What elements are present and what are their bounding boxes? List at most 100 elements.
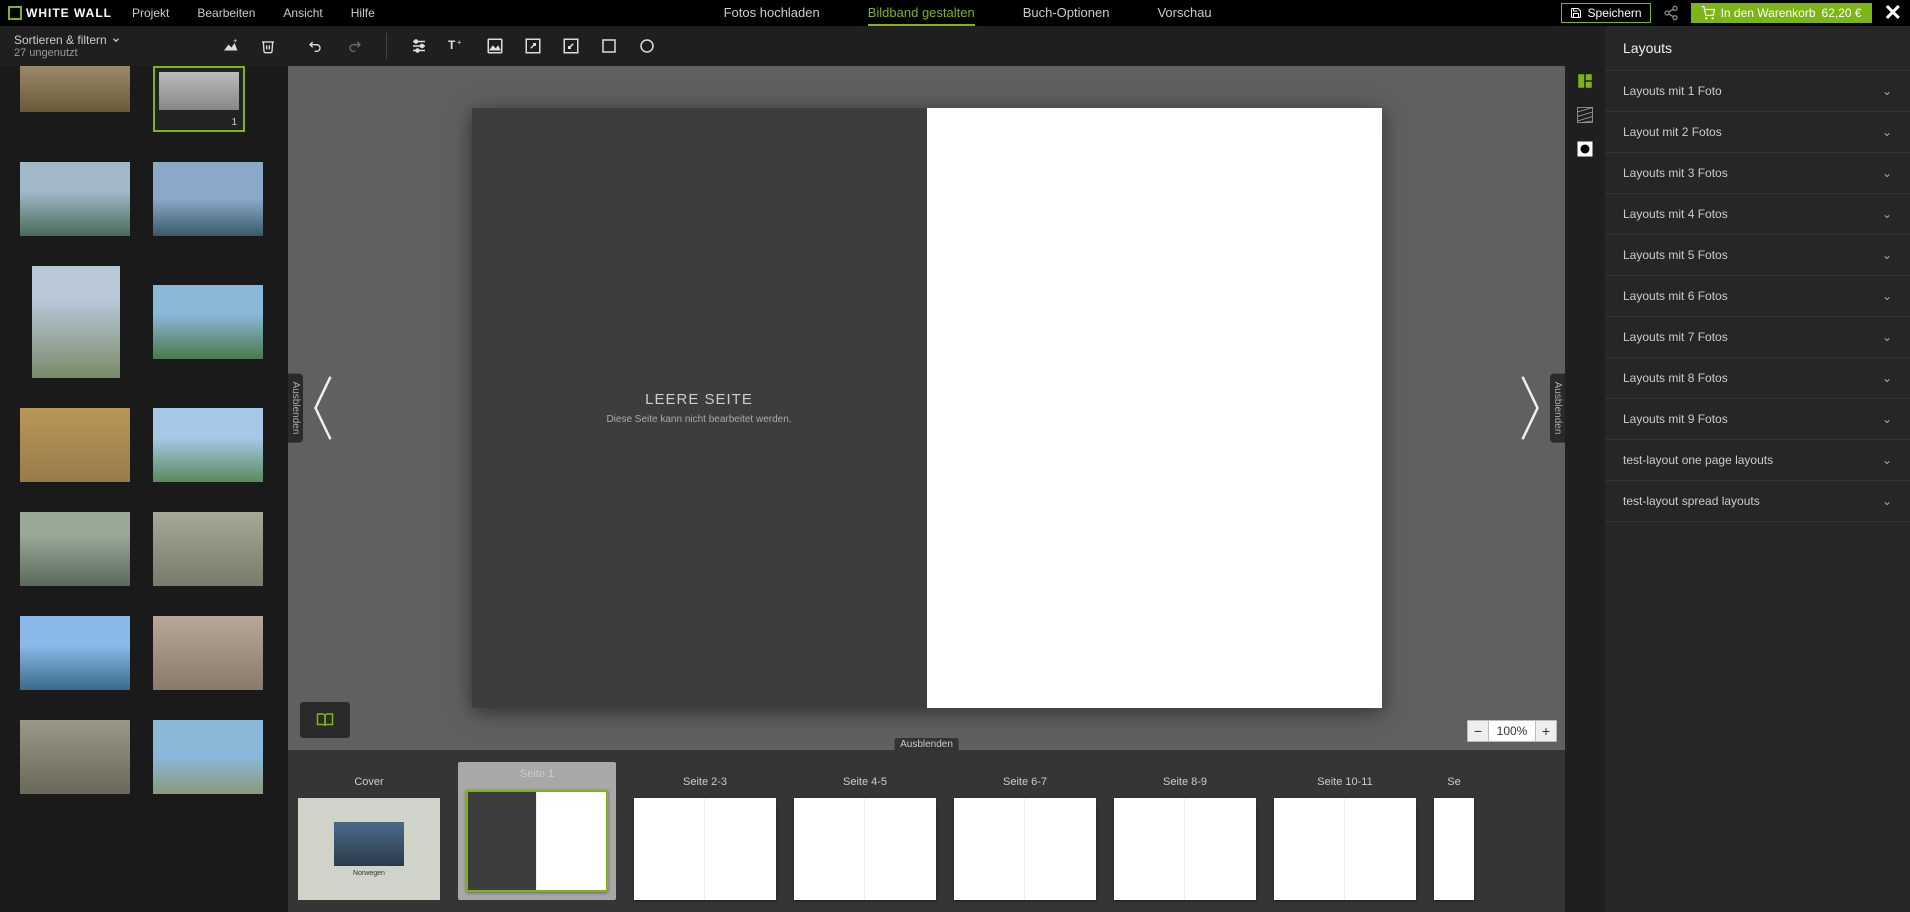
filmstrip-item[interactable]: Seite 4-5 [794, 770, 936, 900]
photo-sidebar[interactable]: 1 [0, 66, 288, 912]
close-icon[interactable]: ✕ [1884, 0, 1902, 26]
page-spread[interactable]: LEERE SEITE Diese Seite kann nicht bearb… [472, 108, 1382, 708]
filmstrip-thumb[interactable] [954, 798, 1096, 900]
photo-thumbnail-selected[interactable]: 1 [153, 66, 245, 132]
layout-category[interactable]: Layouts mit 7 Fotos⌄ [1605, 317, 1910, 358]
layout-category-label: Layouts mit 3 Fotos [1623, 166, 1728, 180]
photo-thumbnail[interactable] [32, 266, 120, 378]
filmstrip-item[interactable]: Seite 10-11 [1274, 770, 1416, 900]
page-right[interactable] [927, 108, 1382, 708]
filmstrip-label: Seite 2-3 [683, 776, 727, 794]
empty-page-title: LEERE SEITE [645, 391, 753, 408]
settings-sliders-icon[interactable] [409, 36, 429, 56]
nav-options[interactable]: Buch-Optionen [1023, 1, 1110, 26]
filmstrip-thumb[interactable] [1114, 798, 1256, 900]
menu-left: Projekt Bearbeiten Ansicht Hilfe [132, 6, 375, 20]
filmstrip-thumb[interactable] [794, 798, 936, 900]
right-panel-tabs [1565, 26, 1605, 912]
redo-button[interactable] [344, 36, 364, 56]
menu-help[interactable]: Hilfe [351, 6, 375, 20]
filmstrip-item[interactable]: Seite 2-3 [634, 770, 776, 900]
layout-category[interactable]: Layouts mit 4 Fotos⌄ [1605, 194, 1910, 235]
brand-name: WHITE WALL [26, 6, 112, 20]
add-photo-button[interactable]: + [220, 36, 240, 56]
chevron-down-icon: ⌄ [1882, 330, 1892, 344]
book-view-button[interactable] [300, 702, 350, 738]
cart-price: 62,20 € [1822, 6, 1862, 20]
tab-masks[interactable] [1572, 136, 1598, 162]
brand-logo[interactable]: WHITE WALL [8, 6, 112, 20]
layout-category-label: Layouts mit 1 Foto [1623, 84, 1722, 98]
layout-category[interactable]: Layouts mit 3 Fotos⌄ [1605, 153, 1910, 194]
photo-thumbnail[interactable] [20, 162, 130, 236]
layout-category[interactable]: Layout mit 2 Fotos⌄ [1605, 112, 1910, 153]
layout-category[interactable]: Layouts mit 1 Foto⌄ [1605, 71, 1910, 112]
frame-in-button[interactable] [523, 36, 543, 56]
layouts-icon [1576, 72, 1594, 90]
photo-thumbnail[interactable] [153, 408, 263, 482]
filmstrip-thumb[interactable] [1274, 798, 1416, 900]
tab-backgrounds[interactable] [1572, 102, 1598, 128]
frame-out-button[interactable] [561, 36, 581, 56]
filmstrip-item-selected[interactable]: Seite 1 [458, 762, 616, 900]
filmstrip-cover-thumb[interactable]: Norwegen [298, 798, 440, 900]
next-page-button[interactable] [1515, 368, 1545, 448]
share-icon[interactable] [1663, 5, 1679, 21]
layout-categories-list[interactable]: Layouts mit 1 Foto⌄ Layout mit 2 Fotos⌄ … [1605, 71, 1910, 912]
filmstrip-item[interactable]: Se [1434, 770, 1474, 900]
zoom-in-button[interactable]: + [1535, 720, 1557, 742]
layout-category-label: Layouts mit 5 Fotos [1623, 248, 1728, 262]
add-circle-button[interactable] [637, 36, 657, 56]
photo-thumbnail[interactable] [153, 512, 263, 586]
canvas[interactable]: Ausblenden LEERE SEITE Diese Seite kann … [288, 66, 1565, 750]
photo-thumbnail[interactable] [153, 720, 263, 794]
svg-text:+: + [233, 37, 238, 45]
photo-thumbnail[interactable] [20, 408, 130, 482]
tab-layouts[interactable] [1572, 68, 1598, 94]
layout-category[interactable]: Layouts mit 9 Fotos⌄ [1605, 399, 1910, 440]
menu-view[interactable]: Ansicht [283, 6, 322, 20]
delete-button[interactable] [258, 36, 278, 56]
save-button[interactable]: Speichern [1561, 3, 1651, 23]
filmstrip-item[interactable]: Seite 8-9 [1114, 770, 1256, 900]
photo-thumbnail[interactable] [20, 512, 130, 586]
add-to-cart-button[interactable]: In den Warenkorb 62,20 € [1691, 3, 1872, 23]
filmstrip-thumb[interactable] [466, 790, 608, 892]
zoom-value-input[interactable] [1489, 720, 1535, 742]
add-text-button[interactable]: T+ [447, 36, 467, 56]
sort-label: Sortieren & filtern [14, 33, 107, 47]
add-image-button[interactable] [485, 36, 505, 56]
cover-image [334, 822, 404, 866]
nav-upload[interactable]: Fotos hochladen [724, 1, 820, 26]
add-rect-button[interactable] [599, 36, 619, 56]
photo-thumbnail[interactable] [20, 66, 130, 112]
layout-category-label: test-layout one page layouts [1623, 453, 1773, 467]
photo-thumbnail[interactable] [153, 616, 263, 690]
layout-category[interactable]: test-layout spread layouts⌄ [1605, 481, 1910, 522]
layout-category[interactable]: Layouts mit 8 Fotos⌄ [1605, 358, 1910, 399]
photo-thumbnail[interactable] [153, 285, 263, 359]
photo-thumbnail[interactable] [153, 162, 263, 236]
page-filmstrip[interactable]: Cover Norwegen Seite 1 Seite 2-3 Seite 4… [288, 750, 1565, 912]
photo-thumbnail[interactable] [20, 720, 130, 794]
zoom-out-button[interactable]: − [1467, 720, 1489, 742]
filmstrip-thumb[interactable] [1434, 798, 1474, 900]
hide-right-panel-tab[interactable]: Ausblenden [1550, 374, 1565, 443]
layout-category[interactable]: Layouts mit 6 Fotos⌄ [1605, 276, 1910, 317]
filmstrip-item[interactable]: Seite 6-7 [954, 770, 1096, 900]
menu-edit[interactable]: Bearbeiten [197, 6, 255, 20]
filmstrip-item-cover[interactable]: Cover Norwegen [298, 770, 440, 900]
prev-page-button[interactable] [308, 368, 338, 448]
menu-project[interactable]: Projekt [132, 6, 169, 20]
chevron-down-icon: ⌄ [1882, 207, 1892, 221]
nav-design[interactable]: Bildband gestalten [868, 1, 975, 26]
layout-category-label: Layouts mit 9 Fotos [1623, 412, 1728, 426]
undo-button[interactable] [306, 36, 326, 56]
hide-tooltip: Ausblenden [894, 738, 959, 751]
nav-preview[interactable]: Vorschau [1157, 1, 1211, 26]
photo-thumbnail[interactable] [20, 616, 130, 690]
layout-category[interactable]: test-layout one page layouts⌄ [1605, 440, 1910, 481]
layout-category[interactable]: Layouts mit 5 Fotos⌄ [1605, 235, 1910, 276]
filmstrip-thumb[interactable] [634, 798, 776, 900]
hide-left-panel-tab[interactable]: Ausblenden [288, 374, 303, 443]
